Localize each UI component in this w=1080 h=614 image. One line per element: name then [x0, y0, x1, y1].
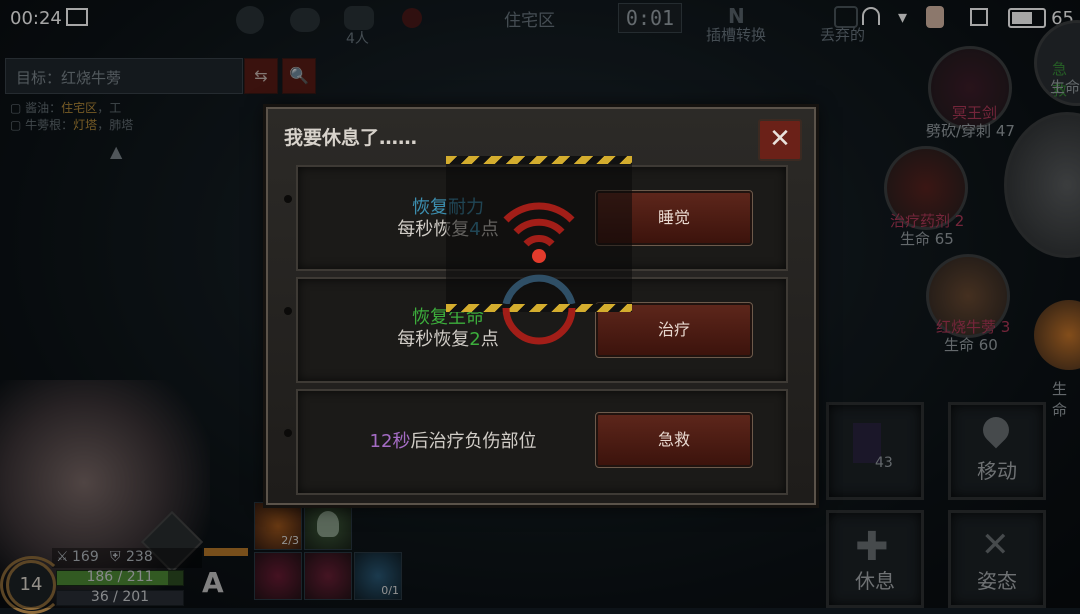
loading-ring-icon	[502, 307, 576, 345]
first-aid-button[interactable]: 急救	[595, 412, 753, 468]
close-button[interactable]: ✕	[758, 119, 802, 161]
first-aid-row: 12秒后治疗负伤部位 急救	[284, 389, 788, 495]
row-title: 12秒后治疗负伤部位	[369, 431, 537, 452]
rivet	[284, 429, 292, 437]
rivet	[284, 307, 292, 315]
dialog-title: 我要休息了……	[284, 127, 418, 149]
rivet	[284, 195, 292, 203]
hazard-stripe-top	[446, 156, 632, 164]
